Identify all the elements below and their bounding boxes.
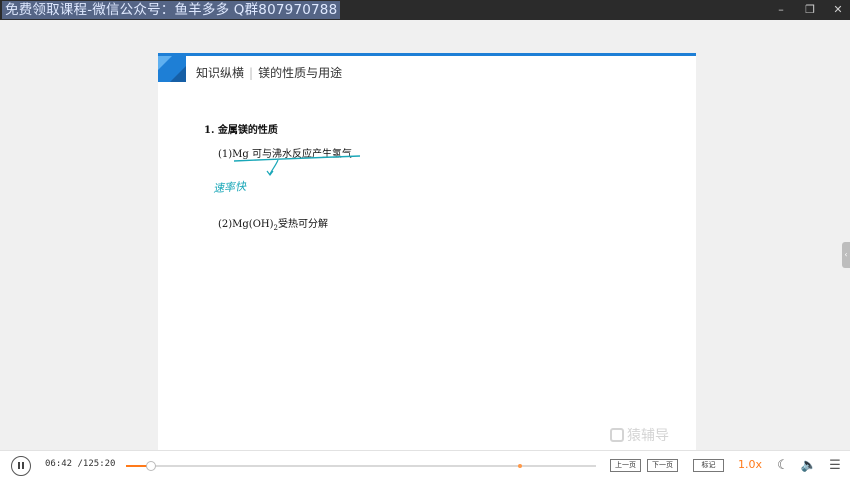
- total-time: /125:20: [77, 459, 116, 469]
- prev-page-button[interactable]: 上一页: [610, 459, 641, 472]
- current-time: 06:42: [45, 459, 73, 469]
- property-item-2-prefix: (2)Mg(OH): [218, 219, 274, 230]
- lesson-slide: 知识纵横 | 镁的性质与用途 1. 金属镁的性质 (1)Mg 可与沸水反应产生氢气 …: [158, 53, 696, 458]
- volume-icon[interactable]: 🔈: [800, 456, 818, 476]
- property-item-2-suffix: 受热可分解: [278, 219, 328, 230]
- mark-button[interactable]: 标记: [693, 459, 724, 472]
- slide-header-separator: |: [249, 66, 254, 80]
- slide-header: 知识纵横 | 镁的性质与用途: [196, 65, 342, 81]
- slide-header-title: 镁的性质与用途: [258, 66, 343, 80]
- logo-watermark: 猿辅导: [610, 425, 669, 445]
- progress-track[interactable]: [126, 461, 596, 471]
- handwritten-note: 速率快: [212, 179, 247, 196]
- close-button[interactable]: ✕: [825, 0, 850, 20]
- video-area[interactable]: 知识纵横 | 镁的性质与用途 1. 金属镁的性质 (1)Mg 可与沸水反应产生氢气 …: [0, 20, 850, 458]
- property-item-2: (2)Mg(OH)2受热可分解: [218, 215, 328, 232]
- next-page-button[interactable]: 下一页: [647, 459, 678, 472]
- slide-header-prefix: 知识纵横: [196, 66, 245, 80]
- minimize-button[interactable]: –: [768, 0, 794, 20]
- pause-button[interactable]: [11, 456, 31, 476]
- slide-corner-logo-icon: [158, 56, 186, 82]
- maximize-button[interactable]: ❐: [797, 0, 823, 20]
- slide-top-border: [158, 53, 696, 56]
- progress-knob[interactable]: [146, 461, 157, 471]
- side-panel-toggle[interactable]: ‹: [842, 242, 850, 268]
- playback-speed[interactable]: 1.0x: [738, 458, 762, 471]
- section-title: 1. 金属镁的性质: [204, 125, 278, 136]
- property-item-1: (1)Mg 可与沸水反应产生氢气: [218, 149, 352, 160]
- progress-marker[interactable]: [517, 464, 522, 468]
- time-display: 06:42 /125:20: [45, 459, 115, 469]
- logo-watermark-text: 猿辅导: [627, 428, 669, 444]
- title-bar: 免费领取课程-微信公众号：鱼羊多多 Q群807970788 – ❐ ✕: [0, 0, 850, 20]
- brand-logo-icon: [610, 428, 624, 442]
- watermark-banner: 免费领取课程-微信公众号：鱼羊多多 Q群807970788: [2, 1, 341, 19]
- menu-icon[interactable]: ☰: [826, 456, 844, 476]
- moon-icon[interactable]: ☾: [774, 456, 792, 476]
- player-control-bar: 06:42 /125:20 上一页 下一页 标记 1.0x ☾ 🔈 ☰: [0, 450, 850, 480]
